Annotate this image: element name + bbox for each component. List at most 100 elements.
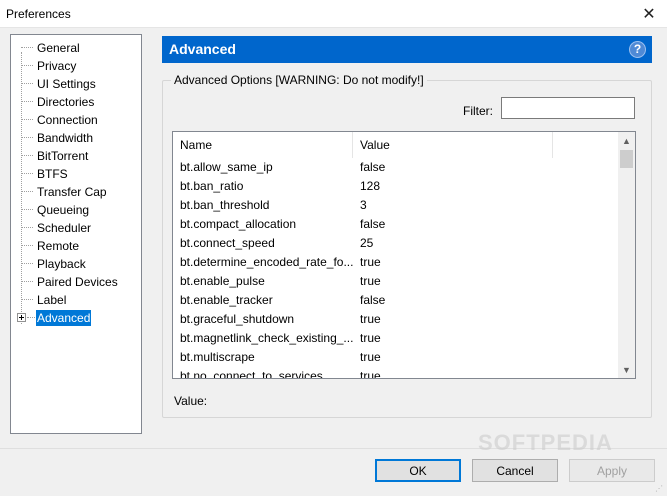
option-value: false [360,160,386,174]
tree-item-label: Remote [37,239,80,253]
table-row[interactable]: bt.allow_same_ip false [173,158,618,177]
tree-item-label: Bandwidth [37,131,94,145]
close-button[interactable]: ✕ [631,0,667,28]
tree-item-label: UI Settings [37,77,96,91]
list-rows: bt.allow_same_ip false bt.ban_ratio 128 bt.b… [173,158,618,378]
table-row[interactable]: bt.enable_pulse true [173,272,618,291]
tree-item-label: BitTorrent [37,149,89,163]
panel-title: Advanced [169,41,236,57]
tree-item[interactable]: Playback [11,255,141,273]
tree-connector [21,83,33,84]
option-value: false [360,217,386,231]
option-name: bt.graceful_shutdown [180,312,295,326]
apply-button[interactable]: Apply [569,459,655,482]
tree-item[interactable]: Queueing [11,201,141,219]
tree-item[interactable]: Label [11,291,141,309]
tree-item[interactable]: Paired Devices [11,273,141,291]
tree-item-label: Paired Devices [37,275,118,289]
panel-header: Advanced ? [162,36,652,63]
options-list[interactable]: Name Value bt.allow_same_ip false bt.ban_r… [172,131,636,379]
tree-item[interactable]: General [11,39,141,57]
tree-item[interactable]: Connection [11,111,141,129]
table-row[interactable]: bt.no_connect_to_services true [173,367,618,378]
chevron-up-icon: ▲ [622,135,631,146]
tree-item-label: Queueing [37,203,90,217]
option-name: bt.allow_same_ip [180,160,273,174]
advanced-options-group: Advanced Options [WARNING: Do not modify… [162,73,652,418]
chevron-down-icon: ▼ [622,364,631,375]
group-label: Advanced Options [WARNING: Do not modify… [171,73,427,87]
tree-item[interactable]: Privacy [11,57,141,75]
tree-item[interactable]: Remote [11,237,141,255]
option-name: bt.compact_allocation [180,217,297,231]
tree-connector [21,227,33,228]
cancel-button[interactable]: Cancel [472,459,558,482]
window-title: Preferences [6,7,71,21]
option-name: bt.enable_pulse [180,274,265,288]
expand-icon[interactable] [17,313,26,322]
option-name: bt.no_connect_to_services [180,369,323,378]
option-value: true [360,274,381,288]
option-value: 3 [360,198,367,212]
table-row[interactable]: bt.ban_threshold 3 [173,196,618,215]
tree-item[interactable]: BTFS [11,165,141,183]
option-name: bt.connect_speed [180,236,275,250]
scroll-down-button[interactable]: ▼ [618,361,635,378]
scroll-thumb[interactable] [620,150,633,168]
table-row[interactable]: bt.multiscrape true [173,348,618,367]
list-scrollbar[interactable]: ▲ ▼ [618,132,635,378]
table-row[interactable]: bt.ban_ratio 128 [173,177,618,196]
column-header-value[interactable]: Value [353,132,553,158]
resize-grip-icon[interactable]: ⋰ [655,484,665,494]
tree-connector [21,137,33,138]
option-value: true [360,331,381,345]
tree-item[interactable]: Directories [11,93,141,111]
option-name: bt.ban_ratio [180,179,244,193]
option-name: bt.determine_encoded_rate_fo... [180,255,353,269]
tree-item-label: Advanced [36,310,92,326]
tree-item[interactable]: Advanced [11,309,141,327]
tree-item[interactable]: Bandwidth [11,129,141,147]
tree-connector [27,317,35,318]
option-name: bt.magnetlink_check_existing_... [180,331,353,345]
watermark: SOFTPEDIA [478,430,613,455]
filter-input[interactable] [501,97,635,119]
table-row[interactable]: bt.graceful_shutdown true [173,310,618,329]
tree-item-label: Playback [37,257,86,271]
tree-item-label: Directories [37,95,95,109]
tree-item-label: Connection [37,113,98,127]
option-value: 128 [360,179,381,193]
tree-connector [21,101,33,102]
tree-item-label: Label [37,293,67,307]
option-name: bt.multiscrape [180,350,255,364]
option-value: true [360,312,381,326]
tree-connector [21,155,33,156]
column-header-name[interactable]: Name [173,132,353,158]
tree-connector [21,191,33,192]
tree-item[interactable]: UI Settings [11,75,141,93]
tree-item-label: Privacy [37,59,77,73]
option-name: bt.ban_threshold [180,198,270,212]
tree-item-label: Scheduler [37,221,92,235]
title-bar: Preferences ✕ [0,0,667,28]
table-row[interactable]: bt.connect_speed 25 [173,234,618,253]
table-row[interactable]: bt.compact_allocation false [173,215,618,234]
scroll-up-button[interactable]: ▲ [618,132,635,149]
tree-item[interactable]: BitTorrent [11,147,141,165]
filter-label: Filter: [463,104,493,118]
table-row[interactable]: bt.enable_tracker false [173,291,618,310]
tree-connector [21,245,33,246]
tree-item[interactable]: Transfer Cap [11,183,141,201]
table-row[interactable]: bt.magnetlink_check_existing_... true [173,329,618,348]
value-label: Value: [174,394,208,408]
category-tree[interactable]: General Privacy UI Settings Directories Conn… [10,34,142,434]
ok-button[interactable]: OK [375,459,461,482]
help-icon[interactable]: ? [629,41,646,58]
table-row[interactable]: bt.determine_encoded_rate_fo... true [173,253,618,272]
tree-connector [21,209,33,210]
tree-item[interactable]: Scheduler [11,219,141,237]
close-icon: ✕ [642,6,656,23]
tree-connector [21,281,33,282]
list-header: Name Value [173,132,618,158]
tree-item-label: BTFS [37,167,68,181]
